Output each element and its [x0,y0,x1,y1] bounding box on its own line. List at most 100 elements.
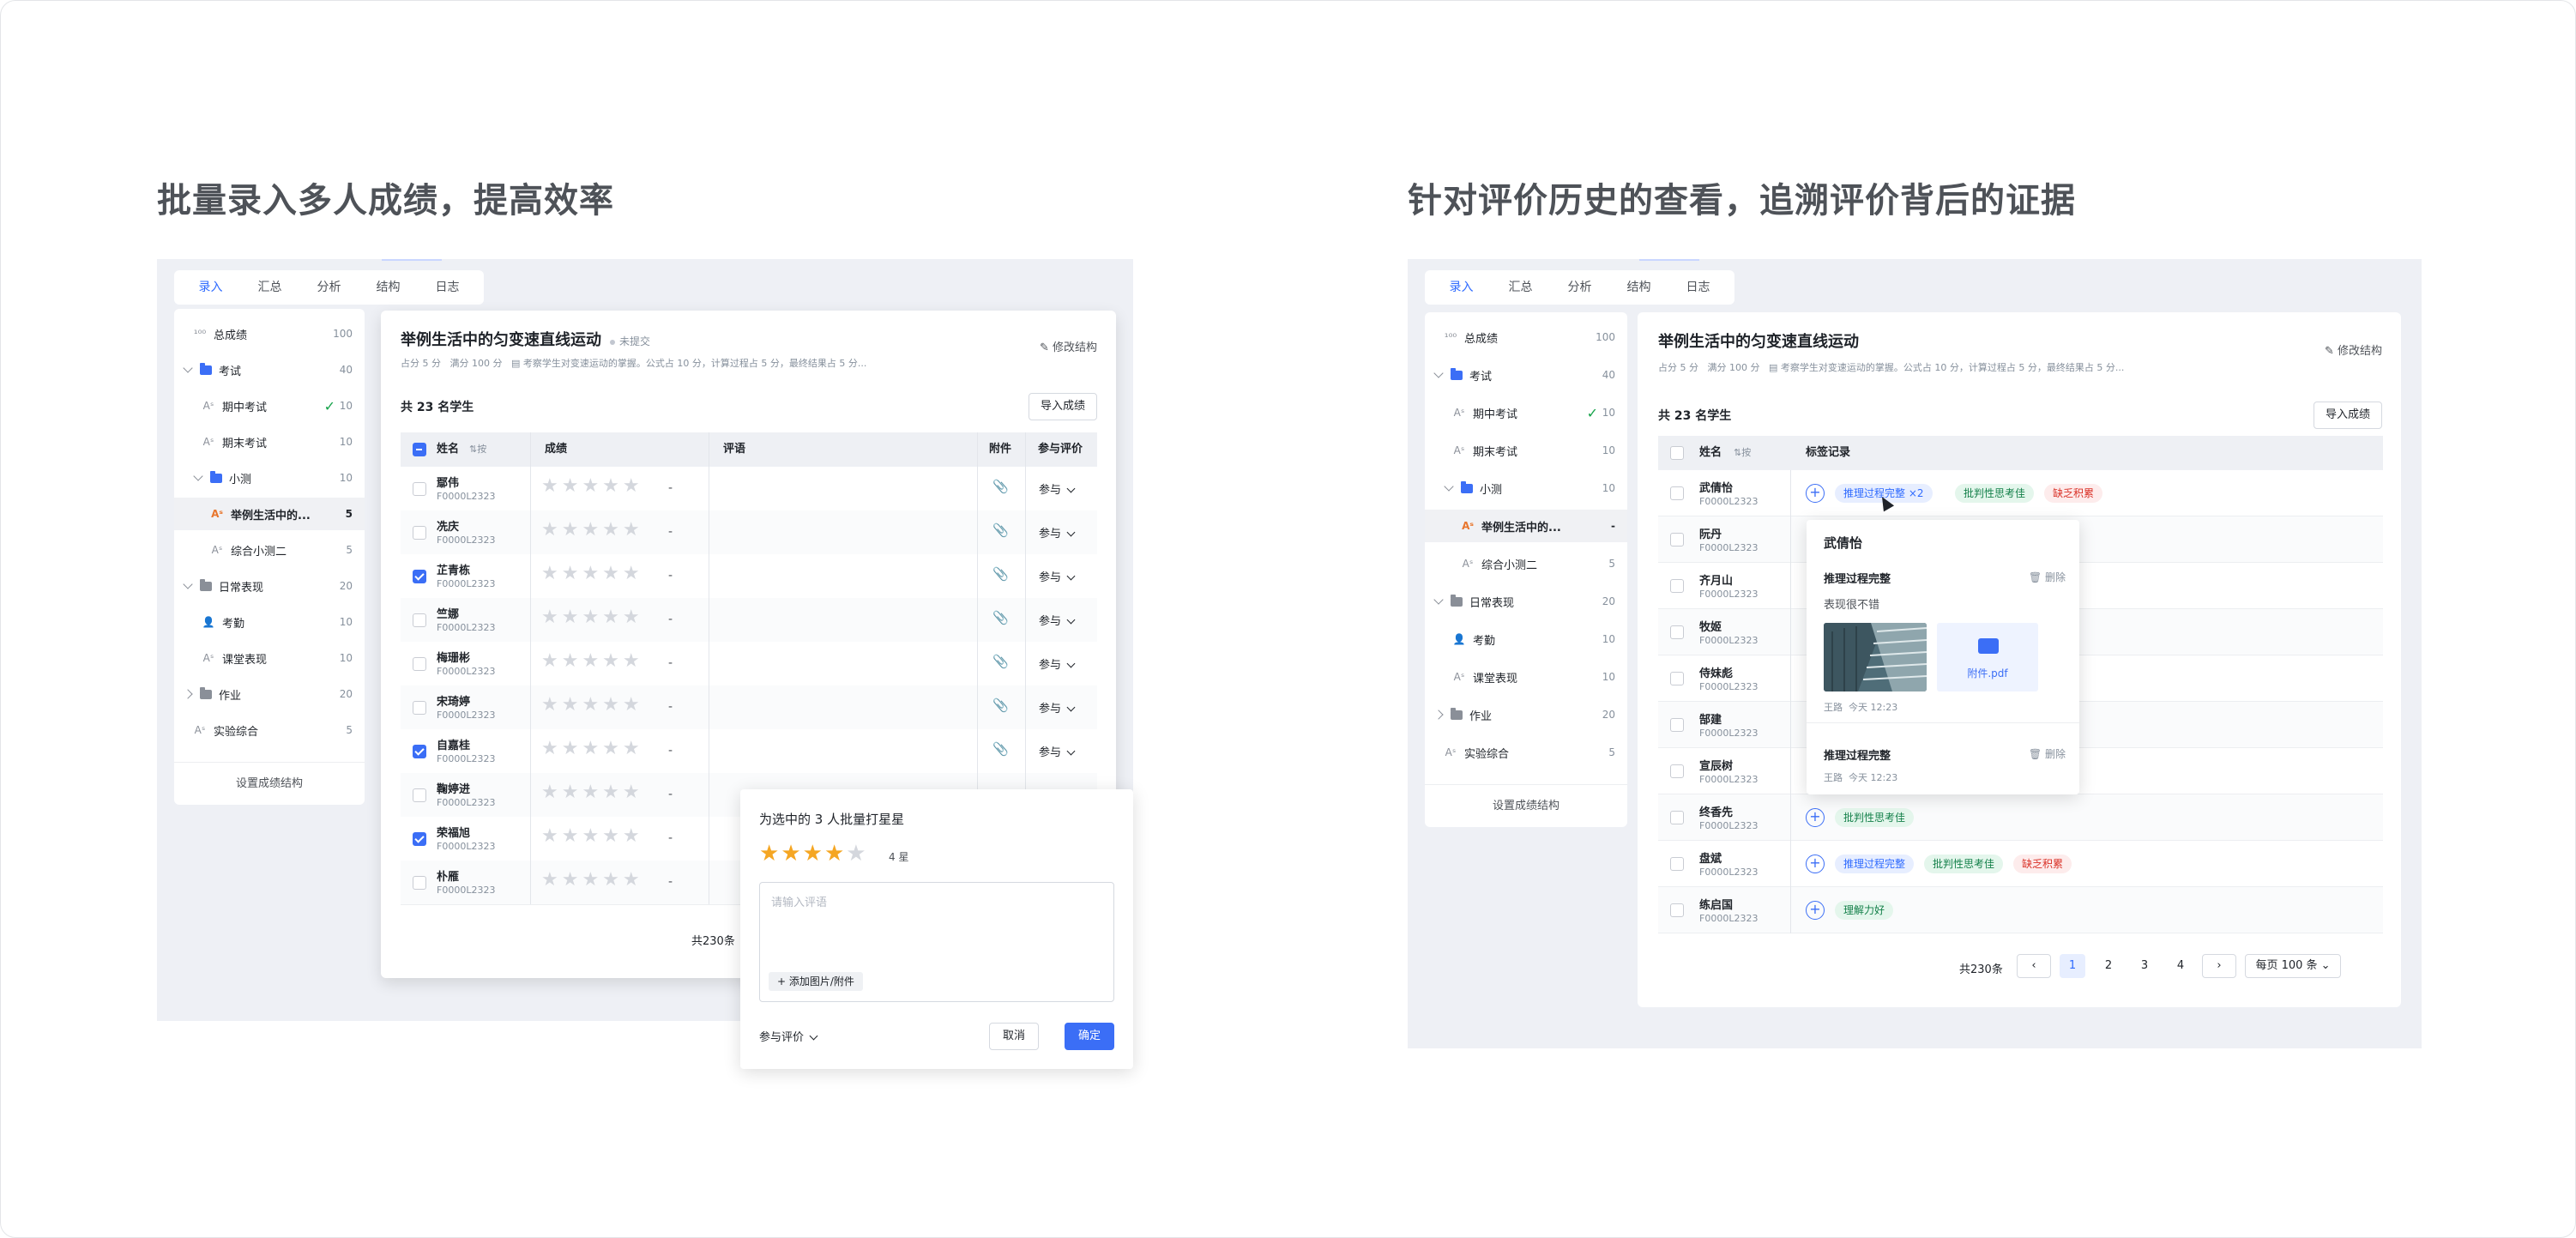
tree-item-daily[interactable]: 日常表现 20 [174,570,365,602]
row-checkbox[interactable] [413,788,426,802]
tree-item-quiz-example[interactable]: Aˢ 举例生活中的... 5 [174,498,365,530]
paperclip-icon[interactable]: 📎 [992,479,1009,494]
page-number[interactable]: 1 [2060,954,2085,978]
star-rating[interactable]: ★★★★★ [541,607,643,628]
tab-structure[interactable]: 结构 [1609,270,1668,305]
sort-by-name[interactable]: ⇅ 按姓名 [1734,436,1751,527]
star-rating[interactable]: ★★★★★ [541,519,643,540]
row-checkbox[interactable] [1670,764,1684,778]
tab-summary[interactable]: 汇总 [1491,270,1550,305]
add-tag-button[interactable]: + [1806,855,1825,873]
row-checkbox[interactable] [413,876,426,890]
prev-page-button[interactable]: ‹ [2017,954,2051,978]
tab-analysis[interactable]: 分析 [299,270,359,305]
confirm-button[interactable]: 确定 [1065,1023,1114,1050]
page-size-select[interactable]: 每页 100 条 ⌄ [2245,954,2341,978]
edit-structure-link[interactable]: ✎ 修改结构 [2325,341,2382,358]
star-icon[interactable]: ★ [781,841,802,867]
tab-entry[interactable]: 录入 [181,270,240,305]
tree-item-lab[interactable]: Aˢ 实验综合 5 [174,714,365,746]
tab-structure[interactable]: 结构 [359,270,418,305]
row-checkbox[interactable] [1670,533,1684,547]
delete-evidence-button[interactable]: 🗑 删除 [2029,746,2066,761]
batch-star-rating[interactable]: ★★★★★ [759,841,868,867]
star-icon[interactable]: ★ [759,841,781,867]
tree-item-classroom[interactable]: Aˢ 课堂表现 10 [1425,661,1627,693]
row-checkbox[interactable] [413,570,426,583]
tree-item-attendance[interactable]: 👤 考勤 10 [174,606,365,638]
add-attachment-button[interactable]: + 添加图片/附件 [769,972,863,991]
tree-item-total[interactable]: ¹⁰⁰ 总成绩 100 [1425,321,1627,353]
tree-item-homework[interactable]: 作业 20 [174,678,365,710]
add-tag-button[interactable]: + [1806,808,1825,827]
edit-structure-link[interactable]: ✎ 修改结构 [1040,338,1097,354]
tree-item-quiz[interactable]: 小测 10 [1425,472,1627,504]
chevron-down-icon[interactable] [1444,481,1454,492]
import-scores-button[interactable]: 导入成绩 [2314,402,2382,429]
row-checkbox[interactable] [1670,857,1684,871]
star-rating[interactable]: ★★★★★ [541,738,643,759]
row-checkbox[interactable] [413,526,426,540]
row-checkbox[interactable] [1670,672,1684,685]
paperclip-icon[interactable]: 📎 [992,522,1009,538]
page-number[interactable]: 4 [2168,954,2193,978]
tree-item-final[interactable]: Aˢ 期末考试 10 [174,426,365,458]
paperclip-icon[interactable]: 📎 [992,566,1009,582]
star-rating[interactable]: ★★★★★ [541,650,643,672]
tab-log[interactable]: 日志 [1668,270,1728,305]
tag-chip[interactable]: 批判性思考佳 [1835,808,1915,827]
chevron-down-icon[interactable] [193,471,203,481]
set-structure-button[interactable]: 设置成绩结构 [174,762,365,805]
tag-chip[interactable]: 理解力好 [1835,901,1894,920]
comment-textarea[interactable]: 请输入评语 + 添加图片/附件 [759,882,1114,1002]
tree-item-lab[interactable]: Aˢ 实验综合 5 [1425,736,1627,769]
add-tag-button[interactable]: + [1806,901,1825,920]
tree-item-quiz-two[interactable]: Aˢ 综合小测二 5 [174,534,365,566]
chevron-down-icon[interactable] [1433,595,1444,605]
eval-dropdown[interactable]: 参与 [1039,743,1076,759]
star-rating[interactable]: ★★★★★ [541,475,643,497]
tag-chip[interactable]: 缺乏积累 [2044,484,2103,503]
paperclip-icon[interactable]: 📎 [992,741,1009,757]
eval-dropdown[interactable]: 参与 [1039,699,1076,716]
tree-item-quiz[interactable]: 小测 10 [174,462,365,494]
add-tag-button[interactable]: + [1806,484,1825,503]
eval-dropdown[interactable]: 参与 [1039,480,1076,497]
tab-summary[interactable]: 汇总 [240,270,299,305]
tree-item-quiz-example[interactable]: Aˢ 举例生活中的... - [1425,510,1627,542]
star-icon[interactable]: ★ [803,841,824,867]
star-rating[interactable]: ★★★★★ [541,694,643,716]
import-scores-button[interactable]: 导入成绩 [1029,393,1097,420]
tag-chip[interactable]: 推理过程完整 [1835,855,1915,873]
row-checkbox[interactable] [1670,811,1684,824]
tree-item-exam[interactable]: 考试 40 [174,353,365,386]
chevron-down-icon[interactable] [1433,368,1444,378]
row-checkbox[interactable] [413,832,426,846]
evidence-file[interactable]: 附件.pdf [1937,623,2038,691]
tab-analysis[interactable]: 分析 [1550,270,1609,305]
eval-dropdown[interactable]: 参与 [1039,612,1076,628]
set-structure-button[interactable]: 设置成绩结构 [1425,784,1627,827]
star-rating[interactable]: ★★★★★ [541,782,643,803]
eval-dropdown[interactable]: 参与 [1039,655,1076,672]
chevron-down-icon[interactable] [183,363,193,373]
tree-item-classroom[interactable]: Aˢ 课堂表现 10 [174,642,365,674]
tab-entry[interactable]: 录入 [1432,270,1491,305]
star-rating[interactable]: ★★★★★ [541,869,643,891]
row-checkbox[interactable] [413,613,426,627]
eval-dropdown[interactable]: 参与 [1039,568,1076,584]
row-checkbox[interactable] [1670,579,1684,593]
paperclip-icon[interactable]: 📎 [992,698,1009,713]
select-all-checkbox[interactable] [1670,446,1684,460]
tag-chip[interactable]: 缺乏积累 [2013,855,2072,873]
tree-item-midterm[interactable]: Aˢ 期中考试 ✓ 10 [1425,396,1627,429]
tree-item-total[interactable]: ¹⁰⁰ 总成绩 100 [174,317,365,350]
row-checkbox[interactable] [1670,486,1684,500]
evidence-photo[interactable] [1824,623,1927,691]
eval-dropdown[interactable]: 参与 [1039,524,1076,540]
paperclip-icon[interactable]: 📎 [992,610,1009,625]
page-number[interactable]: 2 [2096,954,2121,978]
page-number[interactable]: 3 [2132,954,2157,978]
cancel-button[interactable]: 取消 [989,1023,1039,1050]
tag-chip[interactable]: 批判性思考佳 [1955,484,2035,503]
